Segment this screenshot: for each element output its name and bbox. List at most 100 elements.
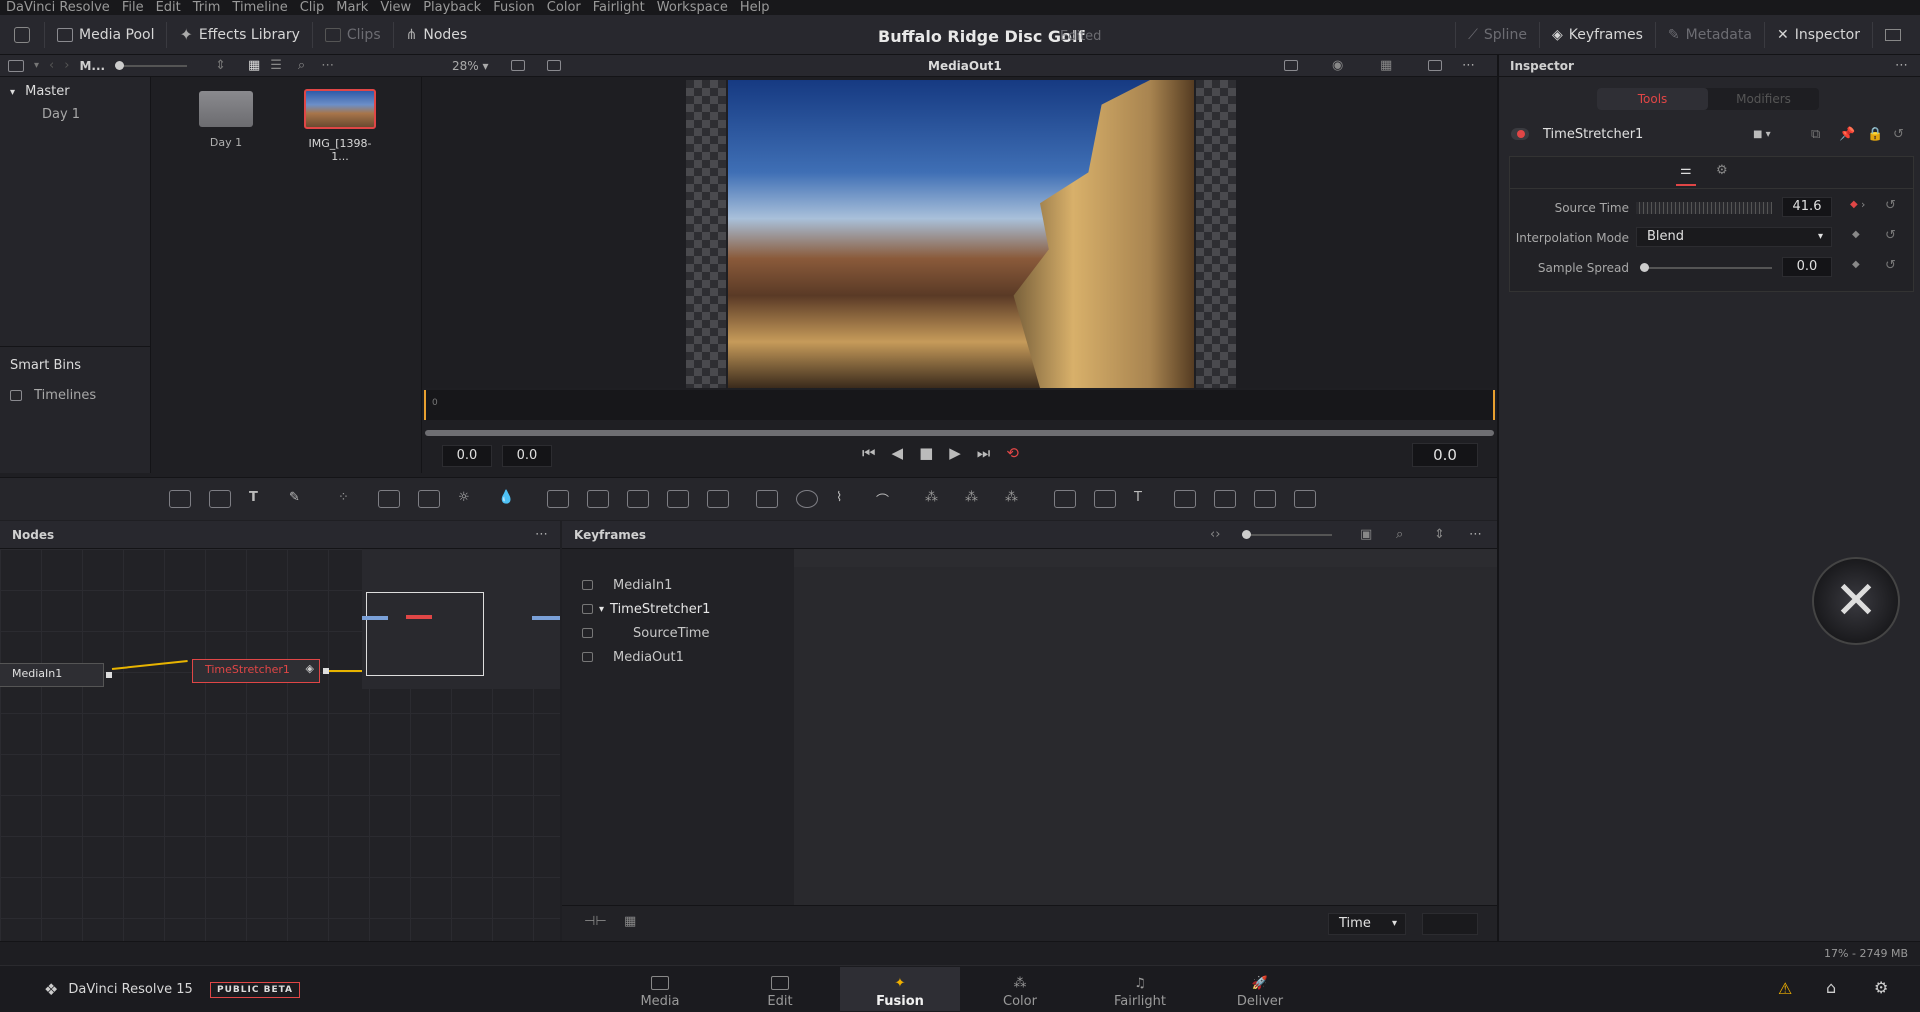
more-options-icon[interactable]: ⋯ [1469, 527, 1482, 542]
more-options-icon[interactable]: ⋯ [1895, 58, 1908, 73]
menu-fairlight[interactable]: Fairlight [587, 0, 651, 15]
menu-playback[interactable]: Playback [417, 0, 487, 15]
viewer-layout-icon[interactable] [510, 60, 525, 71]
thumbnail-view-icon[interactable]: ▦ [248, 58, 260, 73]
image-tool-icon[interactable] [209, 490, 231, 508]
source-time-field[interactable]: 41.6 [1782, 197, 1832, 217]
time-value-field[interactable] [1422, 913, 1478, 935]
viewer-option-icon[interactable] [546, 60, 561, 71]
gear-icon[interactable]: ⚙ [1874, 978, 1888, 997]
reset-icon[interactable]: ↺ [1885, 198, 1896, 213]
scrub-bar[interactable] [425, 430, 1494, 436]
lock-icon[interactable] [582, 580, 593, 590]
transform-tool-icon[interactable] [667, 490, 689, 508]
next-keyframe-icon[interactable]: › [1861, 198, 1865, 211]
grid-icon[interactable]: ▦ [1380, 58, 1392, 73]
tool-enable-toggle[interactable] [1511, 128, 1529, 140]
page-media[interactable]: Media [600, 967, 720, 1011]
go-to-end-icon[interactable]: ⏭ [977, 444, 991, 462]
particle-emitter-icon[interactable]: ⁂ [925, 490, 947, 508]
roi-icon[interactable] [1284, 60, 1298, 71]
tab-tools[interactable]: Tools [1597, 88, 1708, 110]
spline-button[interactable]: ⟋ Spline [1455, 22, 1539, 48]
shape-3d-icon[interactable] [1054, 490, 1076, 508]
source-time-thumbwheel[interactable] [1636, 202, 1772, 214]
clips-button[interactable]: Clips [313, 21, 394, 48]
vertical-fit-icon[interactable]: ⇕ [1434, 527, 1445, 542]
menu-file[interactable]: File [116, 0, 150, 15]
brightness-tool-icon[interactable]: ☼ [458, 490, 480, 508]
menu-clip[interactable]: Clip [294, 0, 331, 15]
workspace-dropdown[interactable] [0, 21, 45, 48]
menu-help[interactable]: Help [734, 0, 776, 15]
inspector-button[interactable]: ✕ Inspector [1763, 22, 1872, 48]
renderer-3d-icon[interactable] [1294, 490, 1316, 508]
color-channel-icon[interactable]: ◉ [1332, 58, 1343, 73]
rectangle-mask-icon[interactable] [756, 490, 778, 508]
clip-folder[interactable]: Day 1 [196, 91, 256, 149]
menu-fusion[interactable]: Fusion [487, 0, 541, 15]
keyframes-button[interactable]: ◈ Keyframes [1538, 22, 1655, 48]
loop-icon[interactable]: ⟲ [1006, 444, 1019, 462]
back-icon[interactable]: ‹ [49, 58, 54, 73]
color-curves-tool-icon[interactable] [378, 490, 400, 508]
track-mediain1[interactable]: MediaIn1 [562, 573, 794, 597]
blur-tool-icon[interactable]: 💧 [498, 490, 520, 508]
paint-tool-icon[interactable]: ✎ [289, 490, 311, 508]
controls-tab-icon[interactable]: ⚌ [1676, 163, 1696, 186]
slider-knob[interactable] [115, 60, 125, 70]
step-back-icon[interactable]: ◀ [892, 444, 904, 462]
chevron-down-icon[interactable]: ▾ [34, 60, 39, 71]
nodes-button[interactable]: ⋔ Nodes [394, 22, 480, 48]
metadata-button[interactable]: ✎ Metadata [1654, 22, 1764, 48]
media-pool-button[interactable]: Media Pool [45, 21, 168, 48]
keyframes-timeline[interactable] [794, 549, 1497, 905]
color-swatch-icon[interactable]: ■ ▾ [1753, 129, 1771, 140]
slider-knob[interactable] [1640, 263, 1649, 272]
sidebar-toggle-icon[interactable] [8, 59, 24, 72]
more-options-icon[interactable]: ⋯ [321, 58, 334, 73]
time-select[interactable]: Time ▾ [1328, 913, 1406, 935]
lock-icon[interactable] [582, 652, 593, 662]
page-fairlight[interactable]: ♫ Fairlight [1080, 967, 1200, 1011]
menu-color[interactable]: Color [541, 0, 587, 15]
bspline-mask-icon[interactable]: ⌒ [876, 490, 898, 509]
sample-spread-slider[interactable] [1640, 263, 1772, 272]
menu-workspace[interactable]: Workspace [651, 0, 734, 15]
tab-modifiers[interactable]: Modifiers [1708, 88, 1819, 110]
spread-icon[interactable]: ⊣⊢ [584, 914, 607, 929]
fullscreen-button[interactable] [1872, 22, 1920, 48]
home-icon[interactable]: ⌂ [1826, 978, 1836, 997]
resize-tool-icon[interactable] [707, 490, 729, 508]
search-icon[interactable]: ⌕ [298, 58, 305, 73]
reset-icon[interactable]: ↺ [1893, 127, 1904, 142]
smart-bin-timelines[interactable]: Timelines [0, 384, 106, 407]
keyframe-icon[interactable]: ◆ [1852, 229, 1860, 240]
chevron-down-icon[interactable]: ▾ [599, 604, 604, 615]
track-sourcetime[interactable]: SourceTime [562, 621, 794, 645]
menu-trim[interactable]: Trim [187, 0, 227, 15]
time-out-field[interactable]: 0.0 [502, 445, 552, 467]
node-output-port[interactable] [106, 672, 112, 678]
clip-image[interactable]: IMG_[1398-1... [303, 89, 377, 163]
polygon-mask-icon[interactable]: ⌇ [836, 490, 858, 508]
table-icon[interactable]: ▦ [624, 914, 636, 929]
viewer[interactable] [422, 77, 1497, 388]
merge-tool-icon[interactable] [547, 490, 569, 508]
node-mediain1[interactable]: MediaIn1 [0, 663, 104, 687]
reset-icon[interactable]: ↺ [1885, 228, 1896, 243]
forward-icon[interactable]: › [64, 58, 69, 73]
background-tool-icon[interactable] [169, 490, 191, 508]
merge-3d-icon[interactable] [1094, 490, 1116, 508]
channel-tool-icon[interactable] [587, 490, 609, 508]
track-mediaout1[interactable]: MediaOut1 [562, 645, 794, 669]
lock-icon[interactable] [582, 628, 593, 638]
split-view-icon[interactable] [1428, 60, 1442, 71]
sort-icon[interactable]: ⇕ [215, 58, 226, 73]
expand-icon[interactable]: ▣ [1360, 527, 1372, 542]
page-color[interactable]: ⁂ Color [960, 967, 1080, 1011]
track-timestretcher1[interactable]: ▾ TimeStretcher1 [562, 597, 794, 621]
particles-tool-icon[interactable]: ⁘ [338, 490, 360, 508]
page-fusion[interactable]: ✦ Fusion [840, 967, 960, 1011]
keyframe-icon[interactable]: ◆ [1850, 199, 1858, 210]
